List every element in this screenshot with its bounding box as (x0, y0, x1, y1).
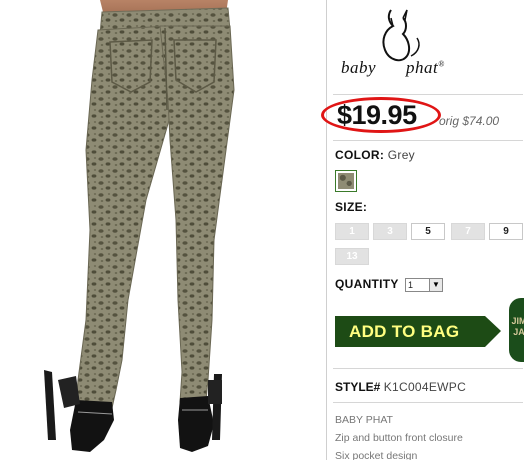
swatch-pattern (338, 173, 354, 189)
color-label: COLOR: (335, 148, 385, 162)
brand-logo[interactable]: baby phat® (333, 4, 463, 92)
size-option[interactable]: 3 (373, 223, 407, 240)
brand-word-phat: phat (406, 58, 439, 77)
brand-word-baby: baby (341, 58, 377, 77)
style-value: K1C004EWPC (383, 380, 467, 394)
size-option[interactable]: 7 (451, 223, 485, 240)
price-highlight-circle (321, 97, 441, 133)
original-price: orig $74.00 (439, 114, 500, 128)
style-row: STYLE# K1C004EWPC (335, 380, 466, 394)
color-swatch-grey[interactable] (335, 170, 357, 192)
size-label: SIZE: (335, 200, 368, 214)
add-to-bag-button[interactable]: ADD TO BAG (335, 316, 501, 347)
jimmy-jazz-badge[interactable]: JIM JA (509, 298, 524, 362)
size-option[interactable]: 9 (489, 223, 523, 240)
description-line: Six pocket design (335, 450, 418, 460)
color-value: Grey (387, 148, 415, 162)
product-info-panel: baby phat® $19.95 orig $74.00 COLOR: Grey… (321, 0, 524, 460)
description-line: Zip and button front closure (335, 432, 463, 444)
brand-kitty-icon (382, 9, 420, 62)
product-image[interactable] (0, 0, 323, 460)
color-row: COLOR: Grey (335, 148, 415, 162)
description-line: BABY PHAT (335, 414, 393, 426)
divider (333, 402, 523, 403)
divider (333, 368, 523, 369)
quantity-value: 1 (408, 280, 414, 290)
jeans-illustration (44, 0, 235, 452)
size-option[interactable]: 1 (335, 223, 369, 240)
size-option[interactable]: 5 (411, 223, 445, 240)
quantity-label: QUANTITY (335, 277, 399, 291)
style-label: STYLE# (335, 380, 381, 394)
quantity-select[interactable]: 1 ▼ (405, 278, 443, 292)
brand-trademark: ® (438, 59, 445, 69)
divider (333, 140, 523, 141)
dropdown-arrow-icon: ▼ (429, 279, 442, 291)
brand-wordmark: baby phat® (341, 58, 445, 78)
divider (333, 94, 523, 95)
size-option[interactable]: 13 (335, 248, 369, 265)
